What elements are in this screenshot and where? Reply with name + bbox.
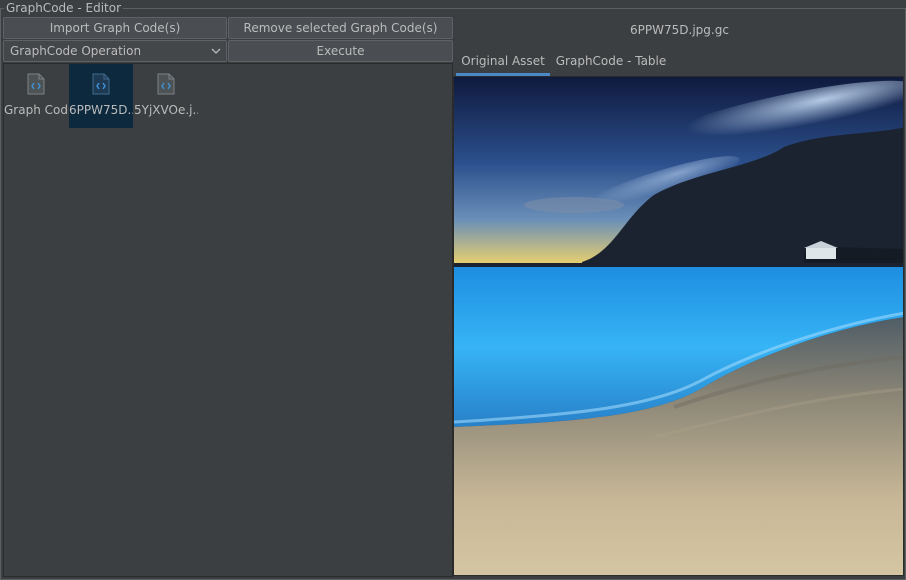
file-name: 6PPW75D.... (69, 103, 133, 117)
operation-select-value: GraphCode Operation (10, 44, 142, 58)
file-name: 5YjXVOe.j... (134, 103, 198, 117)
tab-graphcode-table[interactable]: GraphCode - Table (553, 50, 669, 76)
beach-photo (454, 77, 903, 575)
file-item-graph-code[interactable]: Graph Code (4, 64, 68, 128)
execute-button[interactable]: Execute (228, 40, 453, 62)
original-asset-view (453, 76, 904, 576)
window-title: GraphCode - Editor (4, 1, 124, 15)
preview-tabs: Original Asset GraphCode - Table (453, 50, 906, 76)
file-list: Graph Code 6PPW75D.... 5YjXVOe.j... (3, 63, 453, 577)
file-name: Graph Code (4, 103, 68, 117)
left-panel: Import Graph Code(s) Remove selected Gra… (3, 17, 453, 577)
code-file-icon (27, 73, 45, 95)
preview-panel: 6PPW75D.jpg.gc Original Asset GraphCode … (453, 17, 906, 580)
file-item-6ppw75d[interactable]: 6PPW75D.... (69, 64, 133, 128)
asset-title: 6PPW75D.jpg.gc (630, 23, 729, 37)
chevron-down-icon (211, 48, 221, 54)
graphcode-operation-select[interactable]: GraphCode Operation (3, 40, 227, 62)
import-graph-codes-button[interactable]: Import Graph Code(s) (3, 17, 227, 39)
code-file-icon (92, 73, 110, 95)
file-item-5yjxvoe[interactable]: 5YjXVOe.j... (134, 64, 198, 128)
tab-original-asset[interactable]: Original Asset (456, 50, 550, 76)
remove-selected-graph-codes-button[interactable]: Remove selected Graph Code(s) (228, 17, 453, 39)
code-file-icon (157, 73, 175, 95)
